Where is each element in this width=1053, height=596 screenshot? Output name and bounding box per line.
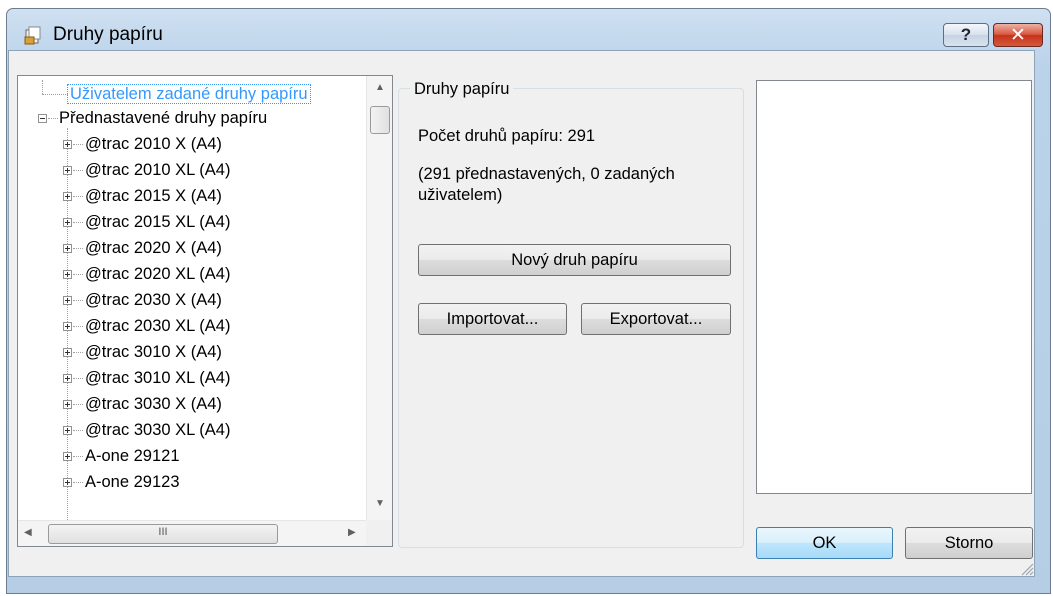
paper-count-detail: (291 přednastavených, 0 zadaných uživate… xyxy=(418,165,675,204)
cancel-button[interactable]: Storno xyxy=(905,527,1033,559)
tree-node-paper-type[interactable]: @trac 2020 XL (A4) xyxy=(85,263,230,285)
new-paper-type-button[interactable]: Nový druh papíru xyxy=(418,244,731,276)
expand-icon[interactable] xyxy=(63,426,72,435)
tree-node-label: A-one 29121 xyxy=(85,447,180,465)
expand-icon[interactable] xyxy=(63,478,72,487)
export-button[interactable]: Exportovat... xyxy=(581,303,731,335)
tree-node-label: Přednastavené druhy papíru xyxy=(59,109,268,127)
scroll-up-icon[interactable]: ▲ xyxy=(367,82,392,93)
ok-button[interactable]: OK xyxy=(756,527,893,559)
app-icon xyxy=(24,26,41,45)
tree-node-paper-type[interactable]: @trac 2010 X (A4) xyxy=(85,133,222,155)
collapse-icon[interactable] xyxy=(38,114,47,123)
tree-node-paper-type[interactable]: @trac 2030 XL (A4) xyxy=(85,315,230,337)
expand-icon[interactable] xyxy=(63,140,72,149)
scrollbar-corner xyxy=(366,520,392,546)
expand-icon[interactable] xyxy=(63,296,72,305)
close-icon: ✕ xyxy=(1010,25,1026,46)
paper-types-tree[interactable]: Uživatelem zadané druhy papíru Přednasta… xyxy=(17,75,393,547)
expand-icon[interactable] xyxy=(63,348,72,357)
tree-node-preset[interactable]: Přednastavené druhy papíru xyxy=(59,107,267,129)
expand-icon[interactable] xyxy=(63,374,72,383)
tree-node-paper-type[interactable]: @trac 3010 XL (A4) xyxy=(85,367,230,389)
horizontal-scroll-thumb[interactable]: III xyxy=(48,524,278,544)
help-icon: ? xyxy=(960,25,972,44)
tree-node-label: @trac 2010 X (A4) xyxy=(85,135,222,153)
scroll-down-icon[interactable]: ▼ xyxy=(367,498,392,509)
resize-grip-icon[interactable] xyxy=(1018,560,1034,576)
expand-icon[interactable] xyxy=(63,322,72,331)
expand-icon[interactable] xyxy=(63,452,72,461)
scroll-left-icon[interactable]: ◀ xyxy=(24,527,32,538)
expand-icon[interactable] xyxy=(63,244,72,253)
tree-node-label: @trac 2020 X (A4) xyxy=(85,239,222,257)
tree-node-label: @trac 2030 X (A4) xyxy=(85,291,222,309)
tree-node-paper-type[interactable]: A-one 29123 xyxy=(85,471,180,493)
tree-node-paper-type[interactable]: @trac 2020 X (A4) xyxy=(85,237,222,259)
expand-icon[interactable] xyxy=(63,270,72,279)
tree-node-label: @trac 3010 X (A4) xyxy=(85,343,222,361)
horizontal-scrollbar[interactable]: ◀ III ▶ xyxy=(18,520,366,546)
tree-node-label: @trac 2015 XL (A4) xyxy=(85,213,231,231)
tree-node-label: Uživatelem zadané druhy papíru xyxy=(67,84,311,104)
tree-node-paper-type[interactable]: @trac 2015 X (A4) xyxy=(85,185,222,207)
tree-node-label: @trac 3010 XL (A4) xyxy=(85,369,231,387)
tree-node-label: A-one 29123 xyxy=(85,473,180,491)
tree-content: Uživatelem zadané druhy papíru Přednasta… xyxy=(18,76,366,520)
tree-node-label: @trac 2010 XL (A4) xyxy=(85,161,231,179)
tree-node-label: @trac 2020 XL (A4) xyxy=(85,265,231,283)
help-button[interactable]: ? xyxy=(943,23,989,47)
group-title: Druhy papíru xyxy=(410,80,514,99)
tree-node-paper-type[interactable]: @trac 2015 XL (A4) xyxy=(85,211,230,233)
expand-icon[interactable] xyxy=(63,192,72,201)
tree-node-label: @trac 2015 X (A4) xyxy=(85,187,222,205)
tree-node-paper-type[interactable]: @trac 3030 XL (A4) xyxy=(85,419,230,441)
vertical-scroll-thumb[interactable] xyxy=(370,106,390,134)
tree-node-label: @trac 3030 X (A4) xyxy=(85,395,222,413)
grip-icon: III xyxy=(158,526,168,538)
tree-node-label: @trac 2030 XL (A4) xyxy=(85,317,231,335)
expand-icon[interactable] xyxy=(63,218,72,227)
tree-node-user-defined[interactable]: Uživatelem zadané druhy papíru xyxy=(67,83,311,105)
tree-node-paper-type[interactable]: @trac 2030 X (A4) xyxy=(85,289,222,311)
tree-node-paper-type[interactable]: @trac 3010 X (A4) xyxy=(85,341,222,363)
tree-node-paper-type[interactable]: A-one 29121 xyxy=(85,445,180,467)
tree-node-paper-type[interactable]: @trac 2010 XL (A4) xyxy=(85,159,230,181)
scroll-right-icon[interactable]: ▶ xyxy=(348,527,356,538)
tree-node-paper-type[interactable]: @trac 3030 X (A4) xyxy=(85,393,222,415)
window-title: Druhy papíru xyxy=(53,24,163,45)
expand-icon[interactable] xyxy=(63,400,72,409)
expand-icon[interactable] xyxy=(63,166,72,175)
vertical-scrollbar[interactable]: ▲ ▼ xyxy=(366,76,392,520)
paper-count-text: Počet druhů papíru: 291 xyxy=(418,127,596,145)
import-button[interactable]: Importovat... xyxy=(418,303,567,335)
paper-preview xyxy=(756,80,1032,494)
close-button[interactable]: ✕ xyxy=(993,23,1043,47)
tree-node-label: @trac 3030 XL (A4) xyxy=(85,421,231,439)
